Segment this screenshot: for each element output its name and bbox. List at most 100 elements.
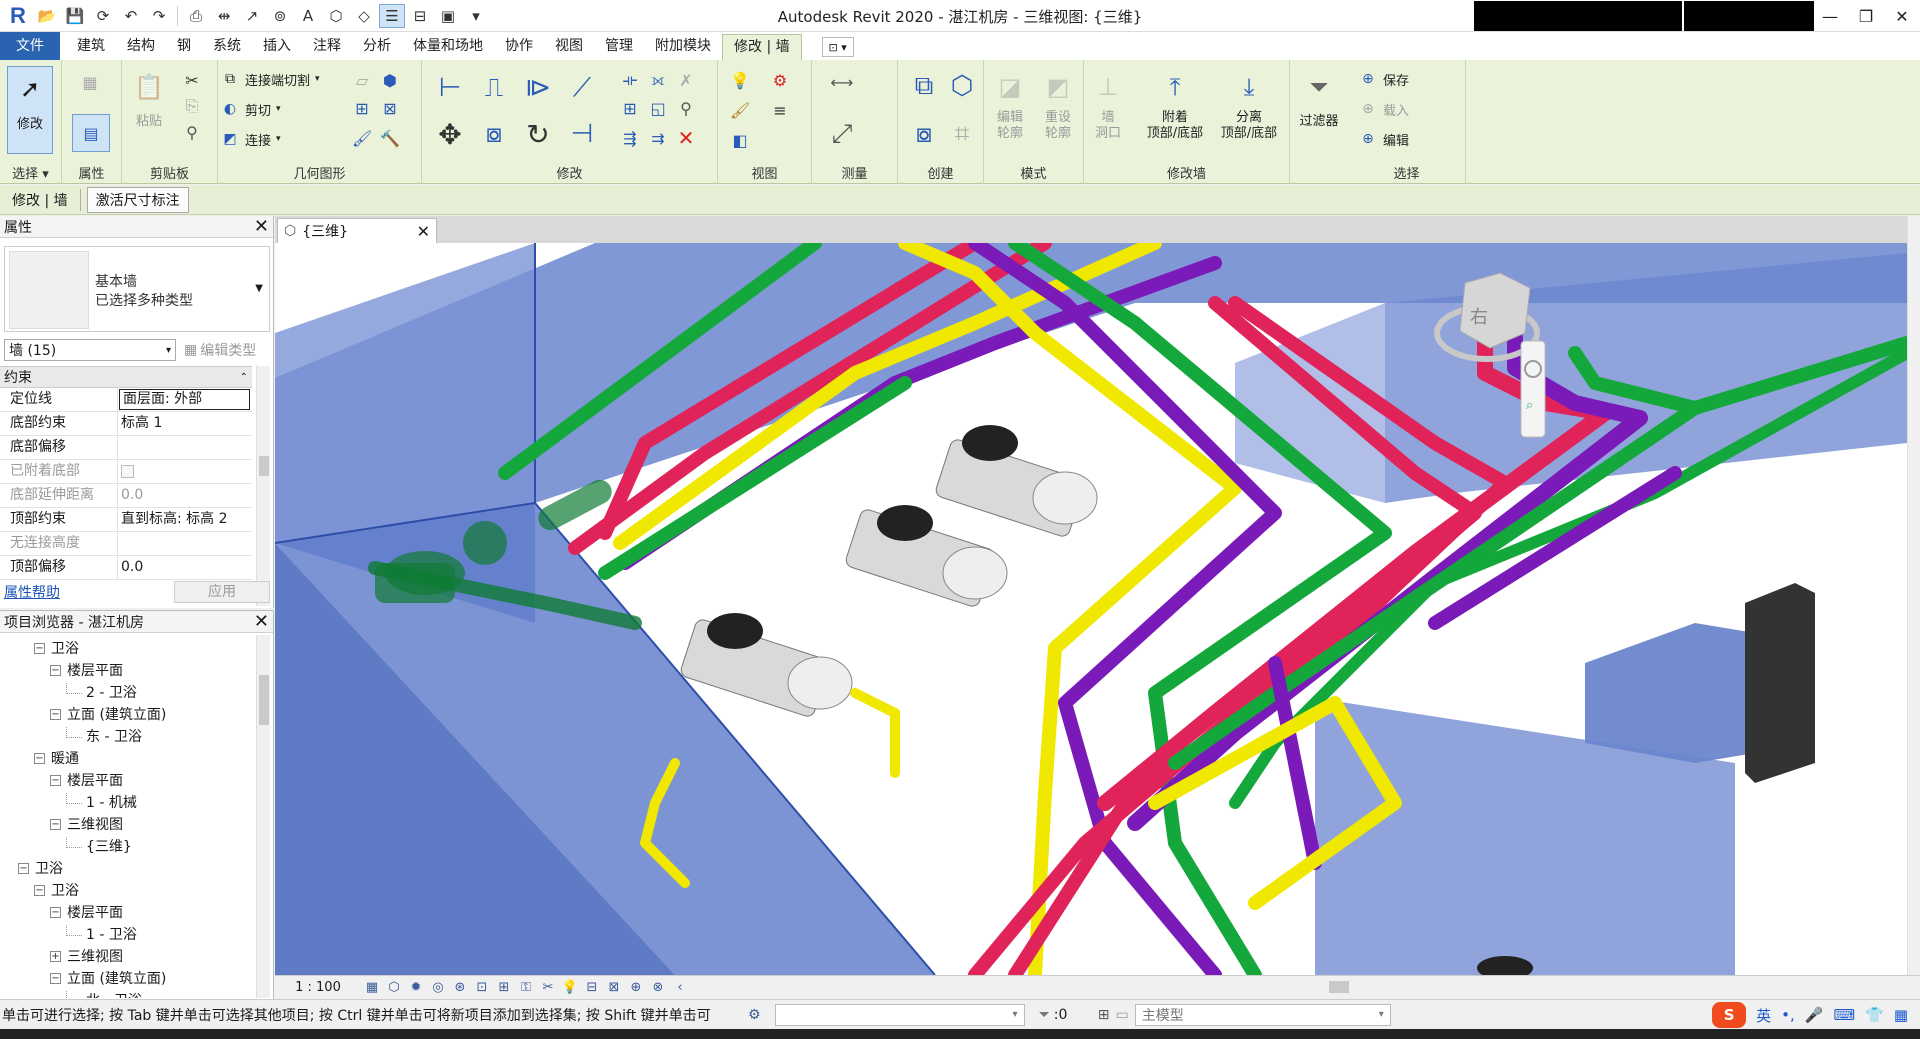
browser-tree-item[interactable]: − 楼层平面 (50, 659, 123, 681)
pin-icon[interactable]: ⚲ (674, 96, 698, 120)
tab-massing-site[interactable]: 体量和场地 (402, 34, 494, 60)
scrollbar-thumb[interactable] (1329, 981, 1349, 993)
cut-scissors-icon[interactable]: ✂ (180, 68, 204, 92)
demolish-icon[interactable]: ⊠ (378, 96, 402, 120)
browser-tree-item[interactable]: − 卫浴 (18, 857, 63, 879)
browser-tree-item[interactable]: − 楼层平面 (50, 769, 123, 791)
ime-language[interactable]: 英 (1756, 1005, 1771, 1026)
tab-architecture[interactable]: 建筑 (66, 34, 116, 60)
property-row[interactable]: 顶部约束 直到标高: 标高 2 (0, 508, 252, 532)
redo-icon[interactable]: ↷ (146, 4, 172, 28)
load-selection-button[interactable]: ⊕ 载入 (1358, 98, 1409, 120)
design-option-dropdown[interactable]: 主模型 ▾ (1134, 1003, 1391, 1026)
close-icon[interactable]: ✕ (417, 222, 430, 241)
collapse-icon[interactable]: − (50, 774, 61, 786)
type-selector[interactable]: 基本墙 已选择多种类型 ▼ (4, 246, 270, 332)
property-row[interactable]: 底部约束 标高 1 (0, 412, 252, 436)
mirror-axis-icon[interactable]: ⧐ (520, 70, 556, 106)
thin-lines-icon[interactable]: ☰ (379, 3, 405, 28)
filter-count-icon[interactable]: ⏷ (1039, 1007, 1050, 1023)
activate-dimensions-button[interactable]: 激活尺寸标注 (86, 186, 189, 213)
navigation-bar[interactable]: ⌕ (1520, 340, 1546, 438)
trim-multiple-icon[interactable]: ⇶ (618, 126, 642, 150)
property-value-input[interactable]: 标高 1 (118, 412, 252, 435)
paint-cube-icon[interactable]: ⬢ (378, 68, 402, 92)
split-face-icon[interactable]: ▱ (350, 68, 374, 92)
collapse-icon[interactable]: − (50, 972, 61, 984)
collapse-icon[interactable]: − (34, 642, 45, 654)
copy-icon[interactable]: ⎘ (180, 94, 204, 118)
browser-tree-item[interactable]: 2 - 卫浴 (66, 681, 137, 703)
property-value-input[interactable] (118, 436, 252, 459)
tab-systems[interactable]: 系统 (202, 34, 252, 60)
dimension-icon[interactable]: ↗ (239, 4, 265, 28)
cut-button[interactable]: ◐ 剪切 ▾ (220, 98, 281, 120)
tab-manage[interactable]: 管理 (594, 34, 644, 60)
lock-view-icon[interactable]: ⚿ (515, 979, 537, 997)
analytical-icon[interactable]: ⊕ (625, 979, 647, 997)
browser-tree-item[interactable]: − 楼层平面 (50, 901, 123, 923)
edit-profile-button[interactable]: ◪ 编辑 轮廓 (988, 68, 1032, 142)
linework-icon[interactable]: 🖌 (728, 98, 752, 122)
attach-top-base-button[interactable]: ⤒ 附着 顶部/底部 (1140, 68, 1210, 142)
modify-button[interactable]: ➚ 修改 (7, 66, 53, 154)
collapse-icon[interactable]: − (50, 708, 61, 720)
browser-tree-item[interactable]: {三维} (66, 835, 132, 857)
close-button[interactable]: ✕ (1884, 0, 1920, 32)
temp-properties-icon[interactable]: ⊟ (581, 979, 603, 997)
zoom-icon[interactable]: ⌕ (1526, 398, 1533, 413)
property-group-header[interactable]: 约束 ⌃ (0, 366, 252, 388)
browser-scrollbar[interactable] (256, 635, 270, 998)
undo-icon[interactable]: ↶ (118, 4, 144, 28)
collapse-icon[interactable]: − (34, 884, 45, 896)
detail-level-icon[interactable]: ▦ (361, 979, 383, 997)
design-options-icon[interactable]: ⊞ (1098, 1007, 1110, 1023)
keyboard-icon[interactable]: ⌨ (1833, 1006, 1855, 1024)
split-element-icon[interactable]: ⟛ (618, 68, 642, 92)
canvas-horizontal-scrollbar[interactable] (785, 979, 1885, 995)
collapse-icon[interactable]: − (18, 862, 29, 874)
browser-tree-item[interactable]: − 三维视图 (50, 813, 123, 835)
main-model-icon[interactable]: ▭ (1116, 1007, 1129, 1023)
trim-single-icon[interactable]: ⇉ (646, 126, 670, 150)
align-icon[interactable]: ⊢ (432, 70, 468, 106)
close-hidden-icon[interactable]: ⊟ (407, 4, 433, 28)
scrollbar-thumb[interactable] (259, 456, 269, 476)
browser-tree-item[interactable]: − 卫浴 (34, 637, 79, 659)
reset-profile-button[interactable]: ◩ 重设 轮廓 (1036, 68, 1080, 142)
open-icon[interactable]: 📂 (34, 4, 60, 28)
move-icon[interactable]: ✥ (432, 116, 468, 152)
tab-addins[interactable]: 附加模块 (644, 34, 722, 60)
text-icon[interactable]: A (295, 4, 321, 28)
tag-icon[interactable]: ⊚ (267, 4, 293, 28)
tab-analyze[interactable]: 分析 (352, 34, 402, 60)
punctuation-icon[interactable]: •, (1781, 1006, 1795, 1024)
property-row[interactable]: 顶部偏移 0.0 (0, 556, 252, 580)
properties-help-link[interactable]: 属性帮助 (4, 582, 60, 602)
property-value-input[interactable]: 面层面: 外部 (119, 389, 250, 410)
create-group-icon[interactable]: ⧇ (906, 116, 942, 152)
expand-icon[interactable]: + (50, 950, 61, 962)
minimize-button[interactable]: — (1812, 0, 1848, 32)
save-icon[interactable]: 💾 (62, 4, 88, 28)
sogou-ime-icon[interactable]: S (1712, 1002, 1747, 1028)
visual-style-icon[interactable]: ⬡ (383, 979, 405, 997)
browser-tree-item[interactable]: 1 - 卫浴 (66, 923, 137, 945)
view-tab-3d[interactable]: ⬡ {三维} ✕ (277, 218, 437, 243)
aligned-dimension-icon[interactable]: ⤢ (822, 116, 862, 152)
browser-tree-item[interactable]: 东 - 卫浴 (66, 725, 142, 747)
revit-logo-icon[interactable]: R (6, 3, 30, 28)
browser-tree-item[interactable]: − 立面 (建筑立面) (50, 967, 166, 989)
close-icon[interactable]: ✕ (254, 216, 269, 237)
filter-button[interactable]: ⏷ 过滤器 (1292, 68, 1346, 129)
tab-insert[interactable]: 插入 (252, 34, 302, 60)
apply-button[interactable]: 应用 (174, 581, 270, 603)
workset-dropdown[interactable]: ▾ (774, 1003, 1025, 1026)
property-row[interactable]: 定位线 面层面: 外部 (0, 388, 252, 412)
toolbox-icon[interactable]: ▦ (1894, 1006, 1908, 1024)
create-similar-icon[interactable]: ⌗ (944, 116, 980, 152)
tab-steel[interactable]: 钢 (166, 34, 202, 60)
create-assembly-icon[interactable]: ⧉ (906, 68, 942, 104)
tab-annotate[interactable]: 注释 (302, 34, 352, 60)
edit-type-button[interactable]: ▦ 编辑类型 (184, 340, 256, 360)
